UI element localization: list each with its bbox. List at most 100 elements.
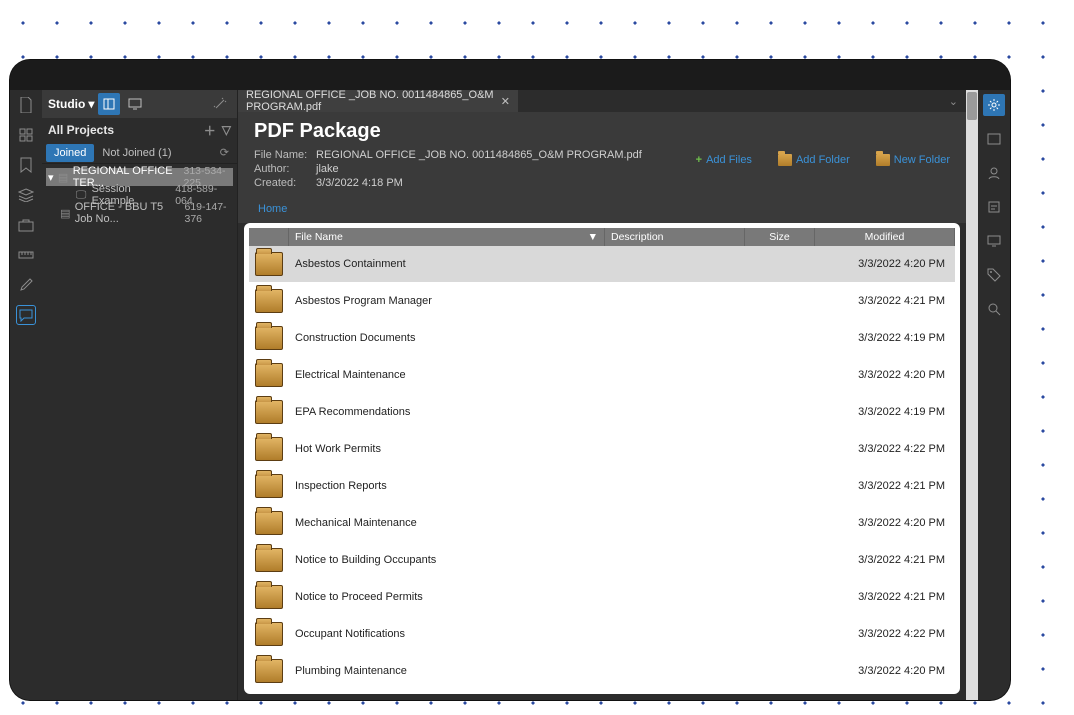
folder-icon bbox=[255, 289, 283, 313]
file-name-cell: EPA Recommendations bbox=[289, 406, 605, 418]
file-name-cell: Mechanical Maintenance bbox=[289, 517, 605, 529]
file-name-cell: Electrical Maintenance bbox=[289, 369, 605, 381]
note-icon[interactable] bbox=[983, 196, 1005, 218]
modified-cell: 3/3/2022 4:21 PM bbox=[815, 295, 955, 307]
breadcrumb-home[interactable]: Home bbox=[258, 203, 287, 215]
pencil-icon[interactable] bbox=[16, 275, 36, 295]
folder-icon bbox=[255, 585, 283, 609]
new-folder-button[interactable]: New Folder bbox=[876, 154, 950, 166]
monitor-icon[interactable] bbox=[124, 93, 146, 115]
session-icon: 🖵 bbox=[74, 189, 87, 202]
file-name-cell: Hot Work Permits bbox=[289, 443, 605, 455]
project-number: 619-147-376 bbox=[185, 201, 232, 225]
table-row[interactable]: Asbestos Program Manager3/3/2022 4:21 PM bbox=[249, 283, 955, 320]
table-row[interactable]: Mechanical Maintenance3/3/2022 4:20 PM bbox=[249, 505, 955, 542]
sort-desc-icon: ▼ bbox=[588, 231, 598, 243]
table-row[interactable]: EPA Recommendations 3/3/2022 4:19 PM bbox=[249, 394, 955, 431]
tab-overflow-icon[interactable]: ⌄ bbox=[941, 90, 966, 112]
display-icon[interactable] bbox=[983, 230, 1005, 252]
chevron-down-icon: ▾ bbox=[88, 97, 94, 111]
project-tree: ▾ ▤ REGIONAL OFFICE TER... 313-534-225 🖵… bbox=[42, 164, 237, 226]
studio-dropdown[interactable]: Studio▾ bbox=[48, 97, 94, 111]
project-icon: ▤ bbox=[60, 207, 71, 220]
wand-icon[interactable] bbox=[209, 93, 231, 115]
right-icon-rail bbox=[978, 90, 1010, 700]
add-files-button[interactable]: +Add Files bbox=[696, 154, 752, 166]
add-folder-button[interactable]: Add Folder bbox=[778, 154, 850, 166]
modified-cell: 3/3/2022 4:22 PM bbox=[815, 443, 955, 455]
folder-icon bbox=[255, 659, 283, 683]
document-tab[interactable]: REGIONAL OFFICE _JOB NO. 0011484865_O&M … bbox=[238, 90, 518, 112]
table-row[interactable]: Occupant Notifications3/3/2022 4:22 PM bbox=[249, 616, 955, 653]
project-office-bbu[interactable]: ▤ OFFICE - BBU T5 Job No... 619-147-376 bbox=[46, 204, 233, 222]
created-value: 3/3/2022 4:18 PM bbox=[316, 177, 642, 189]
folder-icon bbox=[778, 154, 792, 166]
table-row[interactable]: Asbestos Containment 3/3/2022 4:20 PM bbox=[249, 246, 955, 283]
folder-icon bbox=[255, 511, 283, 535]
panel-view-icon[interactable] bbox=[98, 93, 120, 115]
folder-icon bbox=[255, 548, 283, 572]
created-key: Created: bbox=[254, 177, 316, 189]
search-icon[interactable] bbox=[983, 298, 1005, 320]
modified-cell: 3/3/2022 4:21 PM bbox=[815, 591, 955, 603]
modified-cell: 3/3/2022 4:20 PM bbox=[815, 369, 955, 381]
table-row[interactable]: Notice to Proceed Permits3/3/2022 4:21 P… bbox=[249, 579, 955, 616]
table-row[interactable]: Electrical Maintenance 3/3/2022 4:20 PM bbox=[249, 357, 955, 394]
grid-icon[interactable] bbox=[16, 125, 36, 145]
folder-icon bbox=[255, 326, 283, 350]
tag-icon[interactable] bbox=[983, 264, 1005, 286]
table-row[interactable]: Construction Documents3/3/2022 4:19 PM bbox=[249, 320, 955, 357]
document-tab-bar: REGIONAL OFFICE _JOB NO. 0011484865_O&M … bbox=[238, 90, 966, 112]
project-sidebar: Studio▾ All Projects ＋ ▽ Joined Not Join… bbox=[42, 90, 238, 700]
file-name-cell: Asbestos Containment bbox=[289, 258, 605, 270]
chat-icon[interactable] bbox=[16, 305, 36, 325]
file-name-cell: Construction Documents bbox=[289, 332, 605, 344]
layers-icon[interactable] bbox=[16, 185, 36, 205]
modified-cell: 3/3/2022 4:20 PM bbox=[815, 258, 955, 270]
main-scrollbar[interactable] bbox=[966, 90, 978, 700]
modified-cell: 3/3/2022 4:21 PM bbox=[815, 480, 955, 492]
file-name-cell: Notice to Building Occupants bbox=[289, 554, 605, 566]
filter-icon[interactable]: ▽ bbox=[222, 123, 231, 137]
user-icon[interactable] bbox=[983, 162, 1005, 184]
file-icon[interactable] bbox=[16, 95, 36, 115]
table-header: File Name▼ Description Size Modified bbox=[249, 228, 955, 246]
table-row[interactable]: Plumbing Maintenance 3/3/2022 4:20 PM bbox=[249, 653, 955, 689]
col-icon-header[interactable] bbox=[249, 228, 289, 246]
tab-not-joined[interactable]: Not Joined (1) bbox=[94, 144, 179, 162]
folder-icon bbox=[255, 622, 283, 646]
folder-icon bbox=[876, 154, 890, 166]
table-row[interactable]: Notice to Building Occupants3/3/2022 4:2… bbox=[249, 542, 955, 579]
page-title: PDF Package bbox=[254, 120, 642, 143]
modified-cell: 3/3/2022 4:20 PM bbox=[815, 665, 955, 677]
package-header: PDF Package File Name: REGIONAL OFFICE _… bbox=[238, 112, 966, 199]
folder-icon bbox=[255, 400, 283, 424]
project-icon: ▤ bbox=[58, 171, 69, 184]
gear-icon[interactable] bbox=[983, 94, 1005, 116]
all-projects-label: All Projects bbox=[48, 123, 114, 137]
col-modified-header[interactable]: Modified bbox=[815, 228, 955, 246]
file-name-key: File Name: bbox=[254, 149, 316, 161]
file-name-value: REGIONAL OFFICE _JOB NO. 0011484865_O&M … bbox=[316, 149, 642, 161]
table-row[interactable]: Hot Work Permits 3/3/2022 4:22 PM bbox=[249, 431, 955, 468]
bookmark-icon[interactable] bbox=[16, 155, 36, 175]
col-description-header[interactable]: Description bbox=[605, 228, 745, 246]
briefcase-icon[interactable] bbox=[16, 215, 36, 235]
col-size-header[interactable]: Size bbox=[745, 228, 815, 246]
table-row[interactable]: Inspection Reports3/3/2022 4:21 PM bbox=[249, 468, 955, 505]
col-file-name-header[interactable]: File Name▼ bbox=[289, 228, 605, 246]
close-icon[interactable]: ✕ bbox=[501, 95, 510, 108]
panel-icon[interactable] bbox=[983, 128, 1005, 150]
refresh-icon[interactable]: ⟳ bbox=[220, 146, 233, 159]
left-icon-rail bbox=[10, 90, 42, 700]
content-frame: File Name▼ Description Size Modified Asb… bbox=[244, 223, 960, 694]
file-table: File Name▼ Description Size Modified Asb… bbox=[249, 228, 955, 689]
file-name-cell: Plumbing Maintenance bbox=[289, 665, 605, 677]
window-titlebar bbox=[10, 60, 1010, 90]
main-area: REGIONAL OFFICE _JOB NO. 0011484865_O&M … bbox=[238, 90, 966, 700]
table-body: Asbestos Containment3/3/2022 4:20 PMAsbe… bbox=[249, 246, 955, 689]
modified-cell: 3/3/2022 4:19 PM bbox=[815, 406, 955, 418]
ruler-icon[interactable] bbox=[16, 245, 36, 265]
tab-joined[interactable]: Joined bbox=[46, 144, 94, 162]
add-project-button[interactable]: ＋ bbox=[204, 122, 216, 139]
